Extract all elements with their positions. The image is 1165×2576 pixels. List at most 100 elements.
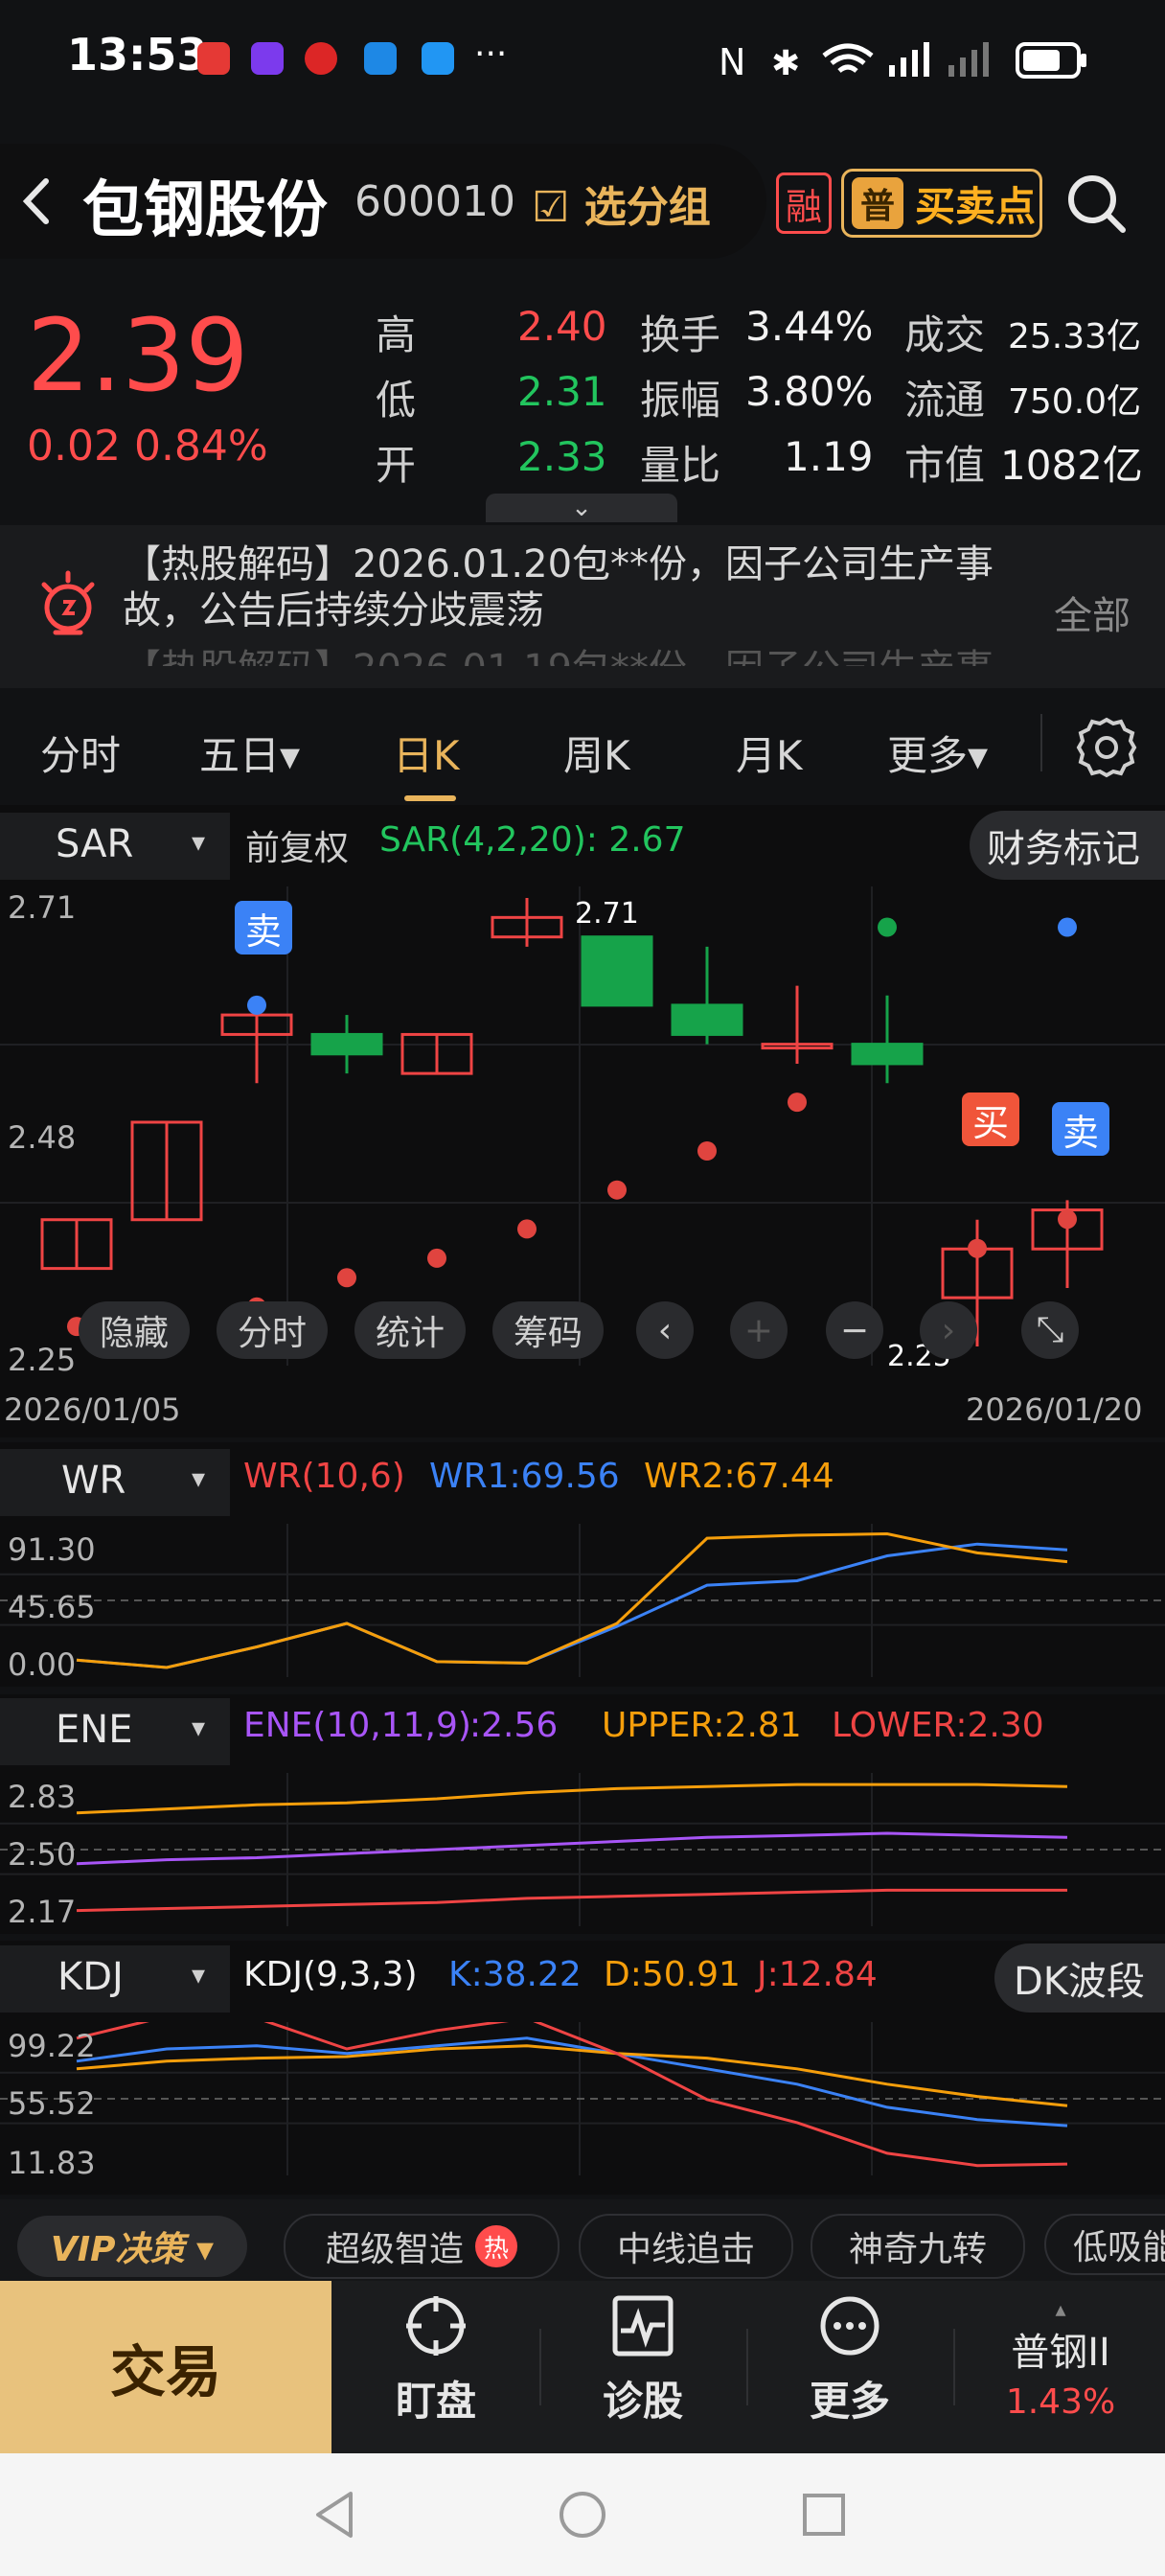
search-icon[interactable] [1063,171,1131,238]
financial-markers-button[interactable]: 财务标记 [970,811,1165,880]
bank-notification-icon [251,42,284,75]
deal-value: 25.33亿 [1008,317,1142,356]
ene-upper: UPPER:2.81 [602,1706,802,1745]
float-value: 750.0亿 [1008,382,1142,422]
high-price-marker: 2.71 [575,897,639,931]
fullscreen-icon[interactable]: ⤡ [1021,1301,1079,1359]
tab-daily-k[interactable]: 日K [393,724,460,782]
news-all-link[interactable]: 全部 [1054,585,1131,640]
buy-signal-badge[interactable]: 买 [962,1092,1019,1146]
vip-decision-button[interactable]: VIP决策 ▾ [17,2216,247,2277]
tab-monthly-k[interactable]: 月K [736,724,803,782]
trade-button[interactable]: 交易 [0,2281,331,2453]
statistics-tool-button[interactable]: 统计 [354,1301,466,1359]
ene-selector[interactable]: ENE ▾ [0,1698,230,1765]
nav-home-icon[interactable] [554,2486,611,2543]
zoom-in-icon[interactable]: + [730,1301,788,1359]
system-status-icons: N ✱ [719,36,1102,84]
stock-name: 包钢股份 [82,175,328,246]
nav-recents-icon[interactable] [795,2486,853,2543]
candle-body [671,1003,743,1036]
more-label: 更多 [809,2378,890,2425]
deal-label: 成交 [904,311,986,358]
wr-y-mid: 45.65 [8,1589,96,1625]
target-icon [406,2296,466,2356]
float-label: 流通 [904,377,986,424]
dk-band-button[interactable]: DK波段 [994,1944,1165,2012]
wr-chart [0,1524,1165,1677]
turnover-value: 3.44% [745,303,874,350]
amplitude-value: 3.80% [745,368,874,415]
svg-text:✱: ✱ [771,44,800,83]
bottom-divider [953,2329,955,2405]
price-change: 0.02 0.84% [27,422,268,471]
candle-body [581,935,653,1007]
gear-icon[interactable] [1073,714,1140,781]
indicator-name: SAR [56,822,134,866]
tab-weekly-k[interactable]: 周K [563,724,630,782]
sell-signal-badge-2[interactable]: 卖 [1052,1102,1109,1156]
expand-quote-chevron-icon[interactable]: ⌄ [486,494,677,522]
browser-notification-icon [364,42,397,75]
diagnose-button[interactable]: 诊股 [547,2292,739,2446]
tab-five-day[interactable]: 五日▾ [199,724,300,782]
buy-sell-points-button[interactable]: 普 买卖点 [841,169,1042,238]
feature-magic-nine[interactable]: 神奇九转 [811,2214,1025,2279]
sar-dot-high [1058,917,1077,937]
sar-dot [427,1248,446,1268]
chevron-right-icon[interactable]: › [920,1301,977,1359]
sar-dot [788,1092,807,1113]
wr-params: WR(10,6) [243,1457,405,1496]
volume-ratio-label: 量比 [640,442,721,489]
indicator-selector[interactable]: SAR ▾ [0,813,230,880]
kdj-selector[interactable]: KDJ ▾ [0,1945,230,2012]
news-notification-icon [305,42,337,75]
chevron-left-icon[interactable]: ‹ [636,1301,694,1359]
select-group-button[interactable]: ☑ 选分组 [532,172,711,234]
margin-trading-badge[interactable]: 融 [776,172,832,234]
back-icon[interactable] [13,168,61,235]
hot-badge: 热 [475,2225,517,2267]
tab-more[interactable]: 更多▾ [887,724,988,782]
news-headline[interactable]: 【热股解码】2026.01.20包**份，因子公司生产事故，公告后持续分歧震荡 [123,541,1042,633]
kdj-d: D:50.91 [604,1955,741,1994]
sell-signal-badge[interactable]: 卖 [235,901,292,954]
more-button[interactable]: 更多 [754,2292,946,2446]
y-axis-top: 2.71 [8,889,77,926]
bottom-divider [746,2329,748,2405]
zoom-out-icon[interactable]: − [826,1301,883,1359]
tab-divider [1040,714,1042,771]
sar-dot [697,1141,717,1161]
high-label: 高 [376,311,417,358]
feature-low-buy[interactable]: 低吸能 [1044,2214,1165,2275]
select-group-label: 选分组 [583,183,711,232]
tab-intraday[interactable]: 分时 [40,724,121,782]
buy-sell-points-label: 买卖点 [915,182,1037,230]
wr-y-bottom: 0.00 [8,1646,77,1683]
more-notifications-icon: ··· [474,34,508,74]
hide-tool-button[interactable]: 隐藏 [79,1301,190,1359]
intraday-tool-button[interactable]: 分时 [217,1301,328,1359]
nav-back-icon[interactable] [307,2486,364,2543]
related-sector[interactable]: ▴ 普钢II 1.43% [962,2300,1159,2423]
pulse-chart-icon [612,2295,674,2357]
candle-body [310,1032,383,1056]
chips-tool-button[interactable]: 筹码 [492,1301,604,1359]
feature-midline-pursuit[interactable]: 中线追击 [579,2214,793,2279]
series-line-wr1 [76,1542,1068,1669]
kdj-name: KDJ [57,1955,124,1999]
related-sector-name: 普钢II [1011,2331,1110,2375]
y-axis-mid: 2.48 [8,1119,77,1156]
wr-name: WR [61,1459,126,1503]
market-cap-value: 1082亿 [1000,442,1143,489]
turnover-label: 换手 [640,311,721,358]
feature-super-manufacturing[interactable]: 超级智造 热 [284,2214,560,2279]
wr-selector[interactable]: WR ▾ [0,1449,230,1516]
dropdown-caret-icon: ▾ [192,826,206,858]
watch-button[interactable]: 盯盘 [340,2292,532,2446]
adjust-mode[interactable]: 前复权 [245,820,349,870]
market-cap-label: 市值 [904,442,986,489]
bottom-divider [539,2329,541,2405]
ene-y-bottom: 2.17 [8,1894,77,1930]
series-line-ene [76,1831,1068,1866]
